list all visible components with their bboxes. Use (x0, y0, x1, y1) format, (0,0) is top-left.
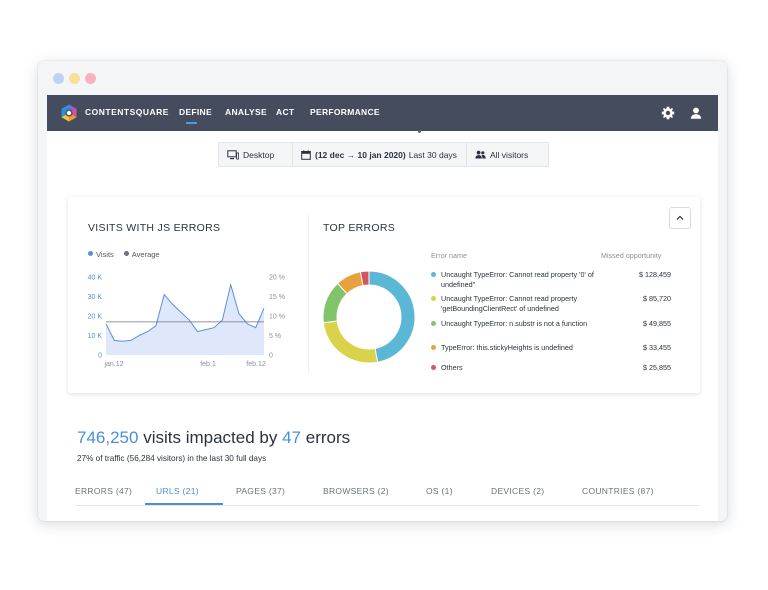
browser-window: CONTENTSQUARE DEFINE ANALYSE ACT PERFORM… (38, 61, 727, 521)
device-filter-label: Desktop (243, 149, 275, 160)
tab-devices[interactable]: DEVICES (2) (491, 486, 544, 496)
donut-slice[interactable] (368, 270, 416, 363)
chevron-up-icon (676, 215, 684, 220)
collapse-button[interactable] (669, 207, 691, 229)
calendar-icon (301, 149, 311, 160)
error-name: Uncaught TypeError: n.substr is not a fu… (441, 319, 588, 328)
filter-divider (466, 143, 467, 166)
legend-dot-average (123, 251, 129, 256)
nav-analyse[interactable]: ANALYSE (225, 107, 267, 117)
contentsquare-logo-icon[interactable] (60, 104, 78, 122)
x-tick-label: feb.12 (246, 361, 266, 368)
x-tick-label: feb.1 (200, 361, 216, 368)
error-name: Others (441, 363, 463, 372)
tabs-divider (75, 505, 699, 506)
visits-area-chart[interactable]: 40 K 20 %30 K 15 %20 K 10 %10 K5 %0 0jan.12 f… (78, 269, 300, 377)
error-value: $ 25,855 (643, 363, 671, 372)
y2-tick-label: 15 % (269, 294, 285, 301)
top-navbar: CONTENTSQUARE DEFINE ANALYSE ACT PERFORM… (47, 95, 718, 131)
tab-countries[interactable]: COUNTRIES (87) (582, 486, 654, 496)
tab-urls[interactable]: URLS (21) (156, 486, 199, 496)
y-tick-label: 20 K (88, 314, 103, 321)
tab-pages[interactable]: PAGES (37) (236, 486, 285, 496)
error-color-dot (431, 321, 436, 326)
filter-bar: Desktop (12 dec → 10 jan 2020) Last 30 d… (218, 142, 549, 167)
error-value: $ 49,855 (643, 319, 671, 328)
error-color-dot (431, 272, 436, 277)
visits-area (106, 284, 264, 355)
device-filter[interactable]: Desktop (227, 143, 274, 166)
error-name: TypeError: this.stickyHeights is undefin… (441, 343, 573, 352)
y-tick-label: 0 (98, 353, 102, 360)
visits-text: visits impacted by (143, 428, 278, 447)
nav-act[interactable]: ACT (276, 107, 294, 117)
tab-browsers[interactable]: BROWSERS (2) (323, 486, 389, 496)
y2-tick-label: 5 % (269, 333, 281, 340)
error-color-dot (431, 296, 436, 301)
date-range: (12 dec → 10 jan 2020) (315, 149, 406, 160)
nav-performance[interactable]: PERFORMANCE (310, 107, 380, 117)
users-icon (475, 150, 486, 159)
legend-dot-visits (88, 251, 93, 256)
nav-active-indicator (186, 122, 197, 124)
y-tick-label: 40 K (88, 275, 103, 282)
gear-icon[interactable] (661, 106, 675, 120)
error-name: Uncaught TypeError: Cannot read property… (441, 270, 594, 289)
scroll-marker (418, 130, 421, 133)
filter-divider (292, 143, 293, 166)
app-viewport: CONTENTSQUARE DEFINE ANALYSE ACT PERFORM… (47, 95, 718, 521)
x-tick-label: jan.12 (103, 361, 123, 368)
errors-panel-title: TOP ERRORS (323, 222, 396, 234)
col-header-error-name: Error name (431, 251, 467, 260)
chart-legend: Visits Average (88, 250, 160, 259)
panel-divider (308, 215, 309, 373)
window-dot-blue[interactable] (53, 73, 64, 84)
error-color-dot (431, 345, 436, 350)
y-tick-label: 10 K (88, 333, 103, 340)
window-dot-pink[interactable] (85, 73, 96, 84)
col-header-missed-opportunity: Missed opportunity (601, 251, 662, 260)
error-value: $ 33,455 (643, 343, 671, 352)
errors-overview-card: VISITS WITH JS ERRORS Visits Average 40 … (68, 197, 700, 393)
date-range-label: Last 30 days (408, 149, 457, 160)
impact-subtitle: 27% of traffic (56,284 visitors) in the … (77, 454, 267, 463)
brand-name[interactable]: CONTENTSQUARE (85, 107, 169, 117)
error-color-dot (431, 365, 436, 370)
y-tick-label: 30 K (88, 294, 103, 301)
donut-slice[interactable] (322, 320, 379, 364)
errors-count: 47 (282, 428, 302, 447)
desktop-icon (227, 149, 239, 159)
y2-tick-label: 0 (269, 353, 273, 360)
segment-filter[interactable]: All visitors (475, 143, 528, 166)
tab-errors[interactable]: ERRORS (47) (75, 486, 132, 496)
visits-panel-title: VISITS WITH JS ERRORS (88, 222, 221, 234)
errors-text: errors (305, 428, 351, 447)
y2-tick-label: 20 % (269, 275, 285, 282)
error-name: Uncaught TypeError: Cannot read property… (441, 294, 578, 313)
segment-filter-label: All visitors (490, 149, 529, 160)
legend-item-visits: Visits (88, 250, 114, 259)
tab-os[interactable]: OS (1) (426, 486, 453, 496)
user-icon[interactable] (689, 106, 703, 120)
legend-item-average: Average (123, 250, 160, 259)
visits-count: 746,250 (77, 428, 139, 447)
nav-define[interactable]: DEFINE (179, 107, 212, 117)
error-value: $ 128,459 (639, 270, 671, 279)
impact-summary: 746,250 visits impacted by 47 errors (77, 428, 350, 448)
error-value: $ 85,720 (643, 294, 671, 303)
y2-tick-label: 10 % (269, 314, 285, 321)
date-filter[interactable]: (12 dec → 10 jan 2020) Last 30 days (301, 143, 457, 166)
errors-donut-chart[interactable] (321, 269, 417, 365)
window-dot-yellow[interactable] (69, 73, 80, 84)
